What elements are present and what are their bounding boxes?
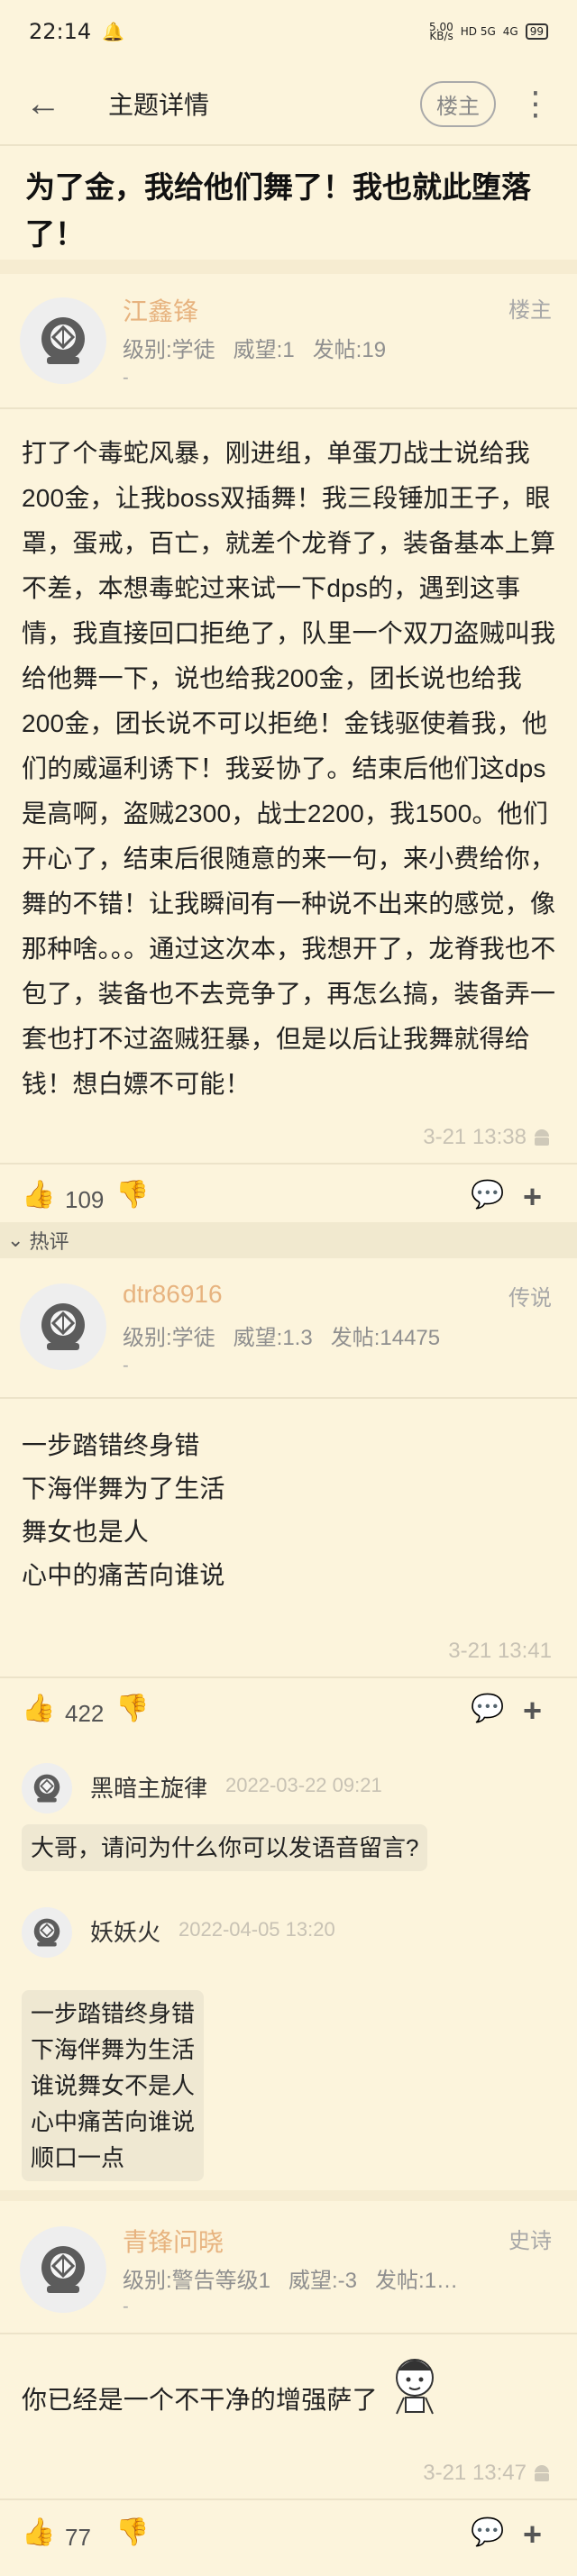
comment-icon[interactable]: 💬	[471, 1179, 504, 1210]
floor-3-content-divider	[0, 2498, 577, 2500]
emoji-sticker-icon	[396, 2359, 434, 2415]
status-indicators: 5.00 KB/s HD 5G 4G 99	[429, 21, 548, 42]
like-count: 422	[65, 1700, 105, 1727]
floor-1-timestamp: 3-21 13:38	[423, 1125, 552, 1150]
network-4g: 4G	[502, 25, 518, 38]
diving-helmet-icon	[41, 317, 85, 364]
floor-2-actions: 👍 422 👎 💬 +	[0, 1685, 577, 1740]
battery-indicator: 99	[525, 23, 548, 40]
arrow-left-icon[interactable]: ←	[25, 84, 79, 124]
username[interactable]: 江鑫锋	[123, 292, 198, 328]
hot-comments-header[interactable]: ⌄ 热评	[0, 1222, 577, 1258]
android-icon	[535, 2465, 549, 2481]
status-bar: 22:14 🔔 5.00 KB/s HD 5G 4G 99	[0, 0, 577, 63]
floor-1-head-divider	[0, 407, 577, 409]
floor-1-content: 打了个毒蛇风暴，刚进组，单蛋刀战士说给我200金，让我boss双插舞！我三段锤加…	[22, 439, 556, 1098]
diving-helmet-icon	[41, 1303, 85, 1350]
floor-badge: 传说	[508, 1286, 552, 1311]
diving-helmet-icon	[33, 1774, 60, 1803]
avatar[interactable]	[22, 1907, 72, 1958]
comment-icon[interactable]: 💬	[471, 2517, 504, 2548]
user-meta: 级别:警告等级1 威望:-3 发帖:1…	[123, 2269, 459, 2293]
user-signature: -	[123, 2297, 129, 2316]
comment-icon[interactable]: 💬	[471, 1693, 504, 1724]
avatar[interactable]	[20, 2226, 106, 2313]
floor-badge: 楼主	[508, 298, 552, 323]
notification-bell-icon: 🔔	[102, 22, 125, 42]
floor-3-content: 你已经是一个不干净的增强萨了	[22, 2386, 378, 2414]
reply-date: 2022-04-05 13:20	[179, 1918, 335, 1941]
reply-section-divider	[0, 2190, 577, 2201]
reply-username[interactable]: 黑暗主旋律	[90, 1770, 207, 1804]
thumb-down-icon[interactable]: 👎	[115, 2517, 149, 2548]
like-count: 77	[65, 2524, 91, 2551]
plus-icon[interactable]: +	[523, 2518, 542, 2551]
user-signature: -	[123, 1356, 129, 1375]
avatar[interactable]	[20, 297, 106, 384]
avatar[interactable]	[22, 1763, 72, 1813]
thumb-up-icon[interactable]: 👍	[22, 1179, 55, 1210]
reply-text: 大哥，请问为什么你可以发语音留言?	[22, 1824, 428, 1871]
floor-2-timestamp: 3-21 13:41	[448, 1639, 552, 1663]
floor-3-head-divider	[0, 2333, 577, 2334]
page-title: 主题详情	[108, 91, 210, 119]
hot-comments-label: 热评	[29, 1230, 69, 1253]
floor-2-head-divider	[0, 1397, 577, 1399]
only-owner-toggle-button[interactable]: 楼主	[420, 80, 496, 127]
floor-3-timestamp: 3-21 13:47	[423, 2461, 552, 2486]
reply-text: 一步踏错终身错 下海伴舞为生活 谁说舞女不是人 心中痛苦向谁说 顺口一点	[22, 1990, 205, 2181]
avatar[interactable]	[20, 1283, 106, 1370]
floor-2-content-divider	[0, 1676, 577, 1678]
like-count: 109	[65, 1186, 105, 1213]
network-speed: 5.00 KB/s	[429, 21, 453, 42]
nav-divider	[0, 144, 577, 146]
user-meta: 级别:学徒 威望:1 发帖:19	[123, 338, 387, 362]
network-5g: HD 5G	[460, 25, 496, 38]
chevron-down-icon: ⌄	[7, 1229, 24, 1251]
reply-date: 2022-03-22 09:21	[225, 1774, 382, 1796]
user-meta: 级别:学徒 威望:1.3 发帖:14475	[123, 1326, 441, 1350]
thumb-up-icon[interactable]: 👍	[22, 1693, 55, 1724]
username[interactable]: dtr86916	[123, 1280, 223, 1309]
thumb-down-icon[interactable]: 👎	[115, 1179, 149, 1210]
thumb-up-icon[interactable]: 👍	[22, 2517, 55, 2548]
plus-icon[interactable]: +	[523, 1694, 542, 1727]
diving-helmet-icon	[33, 1918, 60, 1947]
user-signature: -	[123, 368, 129, 388]
status-time: 22:14	[29, 19, 92, 44]
username[interactable]: 青锋问晓	[123, 2223, 224, 2259]
floor-3-actions: 👍 77 👎 💬 +	[0, 2509, 577, 2563]
diving-helmet-icon	[41, 2246, 85, 2293]
more-vertical-icon[interactable]: ⋮	[519, 87, 552, 120]
android-icon	[535, 1129, 549, 1146]
thumb-down-icon[interactable]: 👎	[115, 1693, 149, 1724]
floor-badge: 史诗	[508, 2229, 552, 2253]
top-nav-bar: ← 主题详情 楼主 ⋮	[0, 63, 577, 144]
floor-2-content: 一步踏错终身错 下海伴舞为了生活 舞女也是人 心中的痛苦向谁说	[22, 1431, 225, 1589]
reply-username[interactable]: 妖妖火	[90, 1914, 160, 1948]
title-divider	[0, 260, 577, 274]
plus-icon[interactable]: +	[523, 1181, 542, 1213]
floor-1-content-divider	[0, 1163, 577, 1165]
thread-title: 为了金，我给他们舞了！我也就此堕落了！	[25, 170, 531, 251]
floor-1-actions: 👍 109 👎 💬 +	[0, 1172, 577, 1226]
